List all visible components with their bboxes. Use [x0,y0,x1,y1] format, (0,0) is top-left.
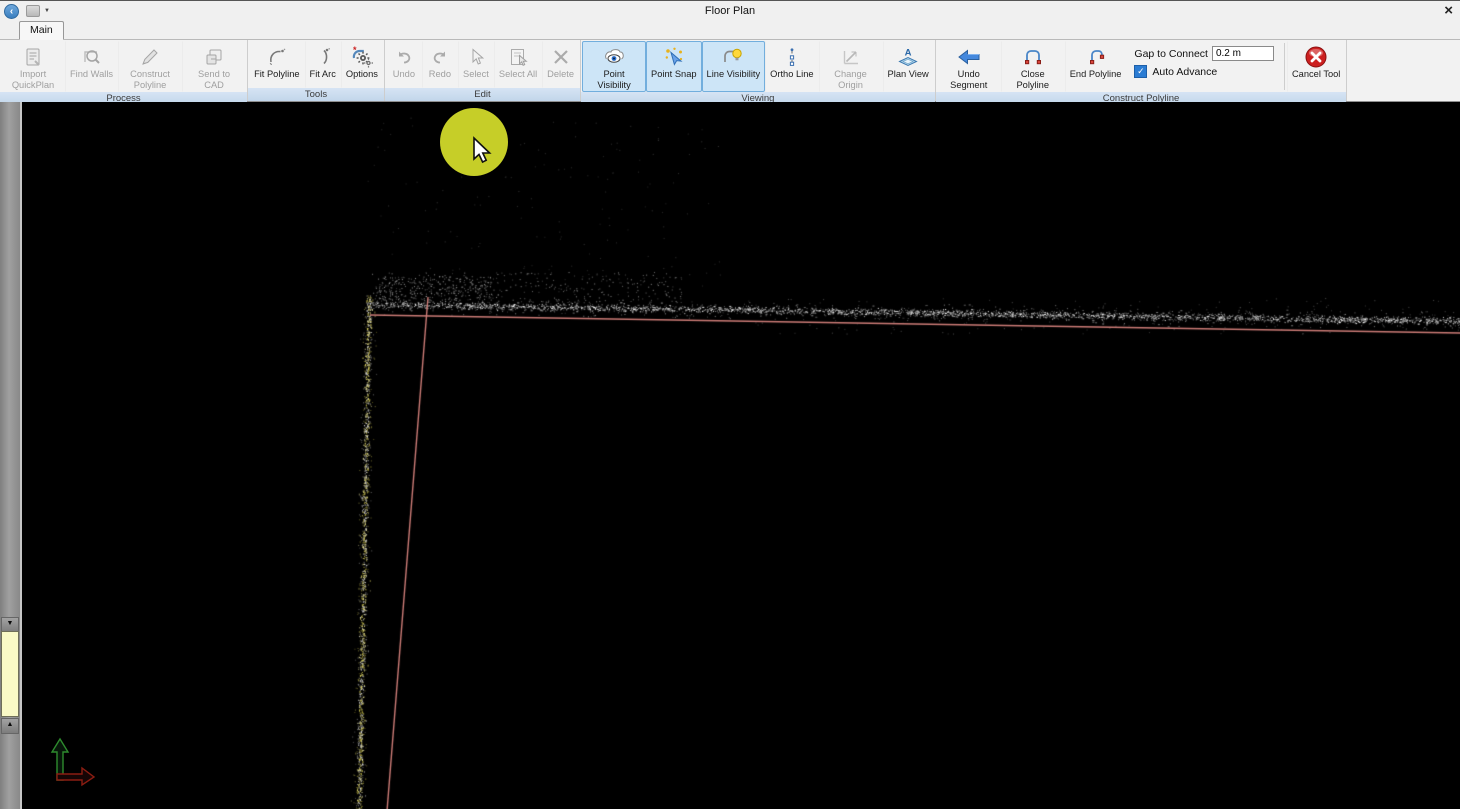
group-inner-separator [1284,43,1285,90]
ribbon-group-process: Import QuickPlan Find Walls Construct Poly… [0,40,248,101]
fit-polyline-button[interactable]: Fit Polyline [249,41,304,88]
change-origin-label: Change Origin [824,69,878,90]
plan-view-label: Plan View [888,69,929,80]
fit-arc-icon [310,44,336,69]
svg-text:*: * [353,45,357,55]
title-bar: ‹ ▼ Floor Plan × [0,1,1460,21]
send-to-cad-label: Send to CAD [187,69,241,90]
window-title: Floor Plan [0,5,1460,17]
plan-view-button[interactable]: A Plan View [883,41,934,92]
options-icon: * [349,44,375,69]
close-polyline-label: Close Polyline [1006,69,1060,90]
options-label: Options [346,69,378,80]
import-quickplan-icon [20,44,46,69]
select-icon [463,44,489,69]
point-visibility-label: Point Visibility [587,69,641,90]
slider-thumb[interactable] [1,631,19,717]
ribbon: Import QuickPlan Find Walls Construct Poly… [0,40,1460,102]
back-button[interactable]: ‹ [4,4,19,19]
point-cloud-canvas[interactable] [22,102,1460,809]
redo-button[interactable]: Redo [422,41,458,88]
undo-segment-label: Undo Segment [942,69,996,90]
quick-access-caret-icon[interactable]: ▼ [44,8,50,14]
change-origin-button[interactable]: Change Origin [819,41,883,92]
line-visibility-label: Line Visibility [707,69,761,80]
slider-up-button[interactable]: ▲ [1,718,19,734]
delete-button[interactable]: Delete [542,41,579,88]
fit-polyline-label: Fit Polyline [254,69,299,80]
redo-label: Redo [429,69,451,80]
construct-polyline-tool-icon [137,44,163,69]
fit-arc-label: Fit Arc [310,69,336,80]
undo-icon [391,44,417,69]
group-label: Tools [248,88,384,101]
import-quickplan-label: Import QuickPlan [6,69,60,90]
point-snap-label: Point Snap [651,69,697,80]
ribbon-group-construct-polyline: Undo Segment Close Polyline End Polyline Ga… [936,40,1348,101]
close-polyline-icon [1020,44,1046,69]
cancel-tool-icon [1303,44,1329,69]
undo-label: Undo [393,69,415,80]
ribbon-group-viewing: Point Visibility Point Snap Line Visibilit… [581,40,936,101]
gap-to-connect-input[interactable] [1212,46,1274,61]
select-label: Select [463,69,489,80]
ribbon-group-edit: Undo Redo Select Select All Delete Edit [385,40,581,101]
close-polyline-button[interactable]: Close Polyline [1001,41,1065,92]
ortho-line-icon [779,44,805,69]
gap-to-connect-label: Gap to Connect [1134,48,1208,60]
find-walls-button[interactable]: Find Walls [65,41,118,92]
cancel-tool-button[interactable]: Cancel Tool [1287,41,1345,92]
ortho-line-button[interactable]: Ortho Line [765,41,818,92]
undo-segment-icon [956,44,982,69]
select-all-label: Select All [499,69,537,80]
send-to-cad-button[interactable]: Send to CAD [182,41,246,92]
send-to-cad-icon [201,44,227,69]
point-snap-icon [661,44,687,69]
workspace: ▼ ▲ [0,102,1460,809]
line-visibility-icon [720,44,746,69]
axis-indicator-icon [30,722,110,792]
end-polyline-label: End Polyline [1070,69,1122,80]
mouse-cursor-icon [469,136,495,166]
find-walls-icon [79,44,105,69]
options-button[interactable]: * Options [341,41,383,88]
construct-polyline-fields: Gap to Connect ✓ Auto Advance [1126,41,1282,92]
quick-access-icon[interactable] [26,5,40,17]
plan-view-icon: A [895,44,921,69]
fit-arc-button[interactable]: Fit Arc [305,41,341,88]
construct-polyline-tool-button[interactable]: Construct Polyline [118,41,182,92]
end-polyline-icon [1083,44,1109,69]
redo-icon [427,44,453,69]
cancel-tool-label: Cancel Tool [1292,69,1340,80]
point-cloud-viewport[interactable] [22,102,1460,809]
tab-row: Main [0,21,1460,40]
auto-advance-label: Auto Advance [1152,66,1217,78]
ortho-line-label: Ortho Line [770,69,813,80]
elevation-slider[interactable]: ▼ ▲ [0,102,22,809]
select-all-icon [505,44,531,69]
import-quickplan-button[interactable]: Import QuickPlan [1,41,65,92]
find-walls-label: Find Walls [70,69,113,80]
close-button[interactable]: × [1444,4,1453,18]
end-polyline-button[interactable]: End Polyline [1065,41,1127,92]
delete-label: Delete [547,69,574,80]
svg-text:A: A [905,47,912,58]
undo-segment-button[interactable]: Undo Segment [937,41,1001,92]
delete-icon [548,44,574,69]
ribbon-group-tools: Fit Polyline Fit Arc * Options Tools [248,40,385,101]
point-visibility-button[interactable]: Point Visibility [582,41,646,92]
change-origin-icon [838,44,864,69]
select-button[interactable]: Select [458,41,494,88]
tab-main[interactable]: Main [19,21,64,40]
group-label: Edit [385,88,580,101]
undo-button[interactable]: Undo [386,41,422,88]
auto-advance-checkbox[interactable]: ✓ [1134,65,1147,78]
select-all-button[interactable]: Select All [494,41,542,88]
point-snap-button[interactable]: Point Snap [646,41,702,92]
app-window: ‹ ▼ Floor Plan × Main Import QuickPlan Fi… [0,0,1460,809]
point-visibility-icon [601,44,627,69]
fit-polyline-icon [264,44,290,69]
construct-polyline-tool-label: Construct Polyline [123,69,177,90]
line-visibility-button[interactable]: Line Visibility [702,41,766,92]
